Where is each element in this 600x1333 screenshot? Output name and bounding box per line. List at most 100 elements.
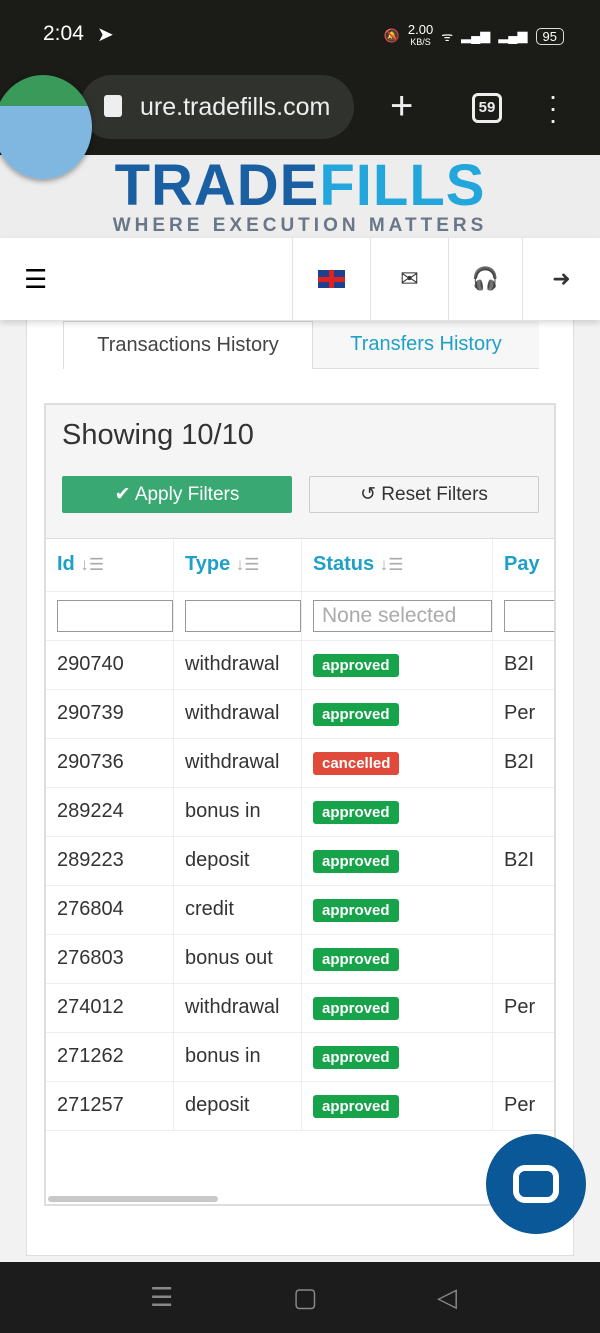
mail-button[interactable]: ✉ <box>370 238 448 320</box>
status-badge: approved <box>313 996 399 1020</box>
status-badge: approved <box>313 702 399 726</box>
new-tab-button[interactable]: + <box>390 84 413 129</box>
tab-transactions-history[interactable]: Transactions History <box>63 321 313 369</box>
check-icon: ✔ <box>114 484 135 505</box>
back-button[interactable]: ◁ <box>437 1282 457 1313</box>
table-row[interactable]: 290736 withdrawal cancelled B2I <box>46 738 554 788</box>
cell-id: 276804 <box>46 885 174 935</box>
column-label: Pay <box>504 553 540 576</box>
status-badge: approved <box>313 947 399 971</box>
cell-type: withdrawal <box>173 640 302 690</box>
table-row[interactable]: 290739 withdrawal approved Per <box>46 689 554 739</box>
cell-status: approved <box>301 934 493 984</box>
cell-pay: B2I <box>492 640 554 690</box>
status-badge: approved <box>313 1045 399 1069</box>
cell-id: 274012 <box>46 983 174 1033</box>
table-row[interactable]: 289223 deposit approved B2I <box>46 836 554 886</box>
cell-id: 289224 <box>46 787 174 837</box>
signal-icon-2: ▂▄▆ <box>498 28 528 43</box>
cell-status: approved <box>301 640 493 690</box>
column-header-pay[interactable]: Pay <box>492 539 554 592</box>
cell-id: 290739 <box>46 689 174 739</box>
support-button[interactable]: 🎧 <box>448 238 522 320</box>
column-label: Type <box>185 553 231 576</box>
system-nav-bar: ☰ ▢ ◁ <box>0 1262 600 1333</box>
cell-status: approved <box>301 836 493 886</box>
cell-id: 271257 <box>46 1081 174 1131</box>
status-badge: approved <box>313 800 399 824</box>
hamburger-menu-icon[interactable]: ☰ <box>24 264 47 295</box>
table-row[interactable]: 271257 deposit approved Per <box>46 1081 554 1131</box>
status-badge: approved <box>313 653 399 677</box>
recent-apps-button[interactable]: ☰ <box>150 1282 173 1313</box>
cell-status: approved <box>301 983 493 1033</box>
apply-filters-label: Apply Filters <box>134 484 240 505</box>
pay-filter-input[interactable] <box>504 599 554 632</box>
cell-id: 289223 <box>46 836 174 886</box>
id-filter-input[interactable] <box>57 599 173 632</box>
network-speed-unit: KB/S <box>410 37 431 47</box>
apply-filters-button[interactable]: ✔ Apply Filters <box>62 476 292 513</box>
network-speed: 2.00 <box>407 22 434 37</box>
column-header-id[interactable]: Id ↓☰ <box>46 539 174 592</box>
cell-pay <box>492 885 554 935</box>
more-menu-icon[interactable]: · · · <box>546 82 560 134</box>
column-header-type[interactable]: Type ↓☰ <box>173 539 302 592</box>
status-filter-select[interactable]: None selected <box>313 599 492 632</box>
sort-icon[interactable]: ↓☰ <box>80 555 104 574</box>
cell-type: deposit <box>173 836 302 886</box>
clock: 2:04 <box>43 22 84 45</box>
undo-icon: ↺ <box>360 484 382 505</box>
showing-count: Showing 10/10 <box>62 419 254 451</box>
tab-transfers-history[interactable]: Transfers History <box>313 321 539 369</box>
transactions-table: Id ↓☰ Type ↓☰ Status ↓☰ Pay None selecte… <box>46 539 554 1131</box>
logo-text-2: FILLS <box>319 153 486 218</box>
cell-type: deposit <box>173 1081 302 1131</box>
horizontal-scrollbar[interactable] <box>48 1196 218 1202</box>
cell-type: credit <box>173 885 302 935</box>
content-card: Transactions History Transfers History S… <box>26 310 574 1256</box>
cell-status: approved <box>301 689 493 739</box>
status-badge: approved <box>313 1094 399 1118</box>
lock-icon <box>104 95 122 117</box>
logout-button[interactable]: ➜ <box>522 238 600 320</box>
cell-id: 271262 <box>46 1032 174 1082</box>
chat-bubble-icon <box>513 1165 559 1203</box>
live-chat-button[interactable] <box>486 1134 586 1234</box>
cell-id: 290740 <box>46 640 174 690</box>
cell-pay <box>492 934 554 984</box>
status-badge: approved <box>313 898 399 922</box>
top-nav: ☰ ✉ 🎧 ➜ <box>0 238 600 320</box>
cell-type: withdrawal <box>173 689 302 739</box>
type-filter-input[interactable] <box>185 599 301 632</box>
cell-status: cancelled <box>301 738 493 788</box>
table-row[interactable]: 289224 bonus in approved <box>46 787 554 837</box>
language-button[interactable] <box>292 238 370 320</box>
cell-pay: B2I <box>492 738 554 788</box>
uk-flag-icon <box>318 270 345 288</box>
table-row[interactable]: 276803 bonus out approved <box>46 934 554 984</box>
cell-pay: B2I <box>492 836 554 886</box>
cell-id: 290736 <box>46 738 174 788</box>
status-badge: cancelled <box>313 751 400 775</box>
cell-type: bonus out <box>173 934 302 984</box>
column-label: Id <box>57 553 75 576</box>
sort-icon[interactable]: ↓☰ <box>236 555 260 574</box>
tab-switcher-button[interactable]: 59 <box>472 93 502 123</box>
logo-text-1: TRADE <box>114 153 320 218</box>
reset-filters-button[interactable]: ↺ Reset Filters <box>309 476 539 513</box>
column-header-status[interactable]: Status ↓☰ <box>301 539 493 592</box>
home-button[interactable]: ▢ <box>293 1282 318 1313</box>
cell-pay: Per <box>492 983 554 1033</box>
table-row[interactable]: 290740 withdrawal approved B2I <box>46 640 554 690</box>
column-label: Status <box>313 553 375 576</box>
headset-icon: 🎧 <box>471 266 500 291</box>
url-bar[interactable]: ure.tradefills.com <box>80 75 354 139</box>
site-logo[interactable]: TRADEFILLS WHERE EXECUTION MATTERS <box>0 155 600 239</box>
reset-filters-label: Reset Filters <box>381 484 488 505</box>
telegram-icon: ➤ <box>97 24 114 46</box>
table-row[interactable]: 276804 credit approved <box>46 885 554 935</box>
sort-icon[interactable]: ↓☰ <box>380 555 404 574</box>
table-row[interactable]: 274012 withdrawal approved Per <box>46 983 554 1033</box>
table-row[interactable]: 271262 bonus in approved <box>46 1032 554 1082</box>
